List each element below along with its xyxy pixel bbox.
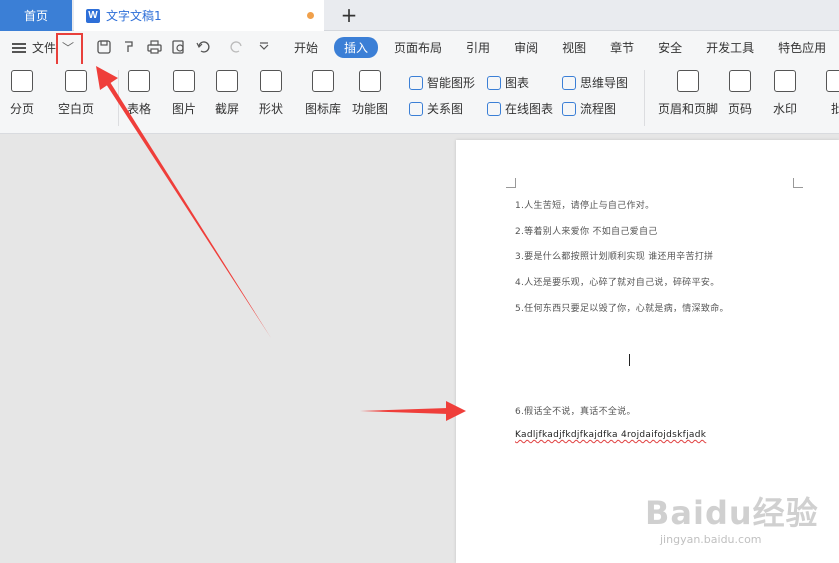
header-footer-icon xyxy=(677,70,699,92)
icon-library-icon xyxy=(312,70,334,92)
text-line-1[interactable]: 1.人生苦短，请停止与自己作对。 xyxy=(515,198,654,211)
baidu-watermark-url: jingyan.baidu.com xyxy=(660,533,762,546)
ribbon-shape-button[interactable]: 形状 xyxy=(259,70,283,117)
ribbon-button-label: 图片 xyxy=(172,102,197,116)
ribbon-button-label: 页码 xyxy=(728,102,753,116)
new-tab-button[interactable]: + xyxy=(338,4,360,26)
ribbon-icon-library-button[interactable]: 图标库 xyxy=(305,70,341,117)
ribbon-blank-page-button[interactable]: 空白页 xyxy=(58,70,94,117)
relation-chart-icon xyxy=(409,101,423,116)
menu-tab-1[interactable]: 插入 xyxy=(334,37,379,58)
tab-bar: 首页 W 文字文稿1 + xyxy=(0,0,839,31)
writer-doc-icon: W xyxy=(86,8,100,23)
function-chart-icon xyxy=(359,70,381,92)
hamburger-menu-icon xyxy=(12,42,26,53)
file-menu-label: 文件 xyxy=(32,41,57,55)
ribbon-smart-graphic-button[interactable]: 智能图形 xyxy=(409,74,475,91)
menu-tab-3[interactable]: 引用 xyxy=(454,39,502,56)
ribbon-table-button[interactable]: 表格 xyxy=(127,70,151,117)
ribbon-button-label: 形状 xyxy=(259,102,284,116)
undo-icon[interactable] xyxy=(196,39,212,55)
print-icon[interactable] xyxy=(146,39,162,55)
ribbon-button-label: 水印 xyxy=(773,102,798,116)
online-chart-icon xyxy=(487,101,501,116)
ribbon-comment-button[interactable]: 批 xyxy=(826,70,839,117)
menu-tab-0[interactable]: 开始 xyxy=(282,39,330,56)
table-icon xyxy=(128,70,150,92)
chart-icon xyxy=(487,75,501,90)
ribbon-online-chart-button[interactable]: 在线图表 xyxy=(487,100,553,117)
menu-tabs: 开始 插入 页面布局 引用 审阅 视图 章节 安全 开发工具 特色应用 xyxy=(282,31,838,64)
ribbon-button-label: 页眉和页脚 xyxy=(658,102,719,116)
ribbon-button-label: 图标库 xyxy=(305,102,342,116)
menu-tab-2[interactable]: 页面布局 xyxy=(382,39,454,56)
margin-marker-top-left xyxy=(506,178,516,188)
shape-icon xyxy=(260,70,282,92)
ribbon-page-number-button[interactable]: 页码 xyxy=(728,70,752,117)
picture-icon xyxy=(173,70,195,92)
page-number-icon xyxy=(729,70,751,92)
tab-home[interactable]: 首页 xyxy=(0,0,72,31)
ribbon-button-label: 功能图 xyxy=(352,102,389,116)
screenshot-icon xyxy=(216,70,238,92)
ribbon-screenshot-button[interactable]: 截屏 xyxy=(215,70,239,117)
ribbon-relation-chart-button[interactable]: 关系图 xyxy=(409,100,463,117)
baidu-watermark-logo: Baidu经验 xyxy=(645,494,819,532)
format-painter-icon[interactable] xyxy=(121,39,137,55)
ribbon-flowchart-button[interactable]: 流程图 xyxy=(562,100,616,117)
comment-icon xyxy=(826,70,839,92)
text-line-2[interactable]: 2.等着别人来爱你 不如自己爱自己 xyxy=(515,224,658,237)
ribbon-button-label: 表格 xyxy=(127,102,152,116)
unsaved-indicator-icon xyxy=(307,12,314,19)
ribbon-picture-button[interactable]: 图片 xyxy=(172,70,196,117)
blank-page-icon xyxy=(65,70,87,92)
text-line-3[interactable]: 3.要是什么都按照计划顺利实现 谁还用辛苦打拼 xyxy=(515,249,713,262)
smart-graphic-icon xyxy=(409,75,423,90)
ribbon-button-label: 空白页 xyxy=(58,102,95,116)
text-cursor xyxy=(629,354,630,366)
menu-tab-9[interactable]: 特色应用 xyxy=(766,39,838,56)
flowchart-icon xyxy=(562,101,576,116)
ribbon-watermark-button[interactable]: 水印 xyxy=(773,70,797,117)
ribbon-chart-button[interactable]: 图表 xyxy=(487,74,529,91)
page-break-icon xyxy=(11,70,33,92)
menu-tab-8[interactable]: 开发工具 xyxy=(694,39,766,56)
ribbon-button-label: 思维导图 xyxy=(580,76,629,90)
menu-tab-4[interactable]: 审阅 xyxy=(502,39,550,56)
text-line-5[interactable]: 5.任何东西只要足以毁了你，心就是病，情深致命。 xyxy=(515,301,729,314)
ribbon-function-chart-button[interactable]: 功能图 xyxy=(352,70,388,117)
text-line-4[interactable]: 4.人还是要乐观，心碎了就对自己说，碎碎平安。 xyxy=(515,275,720,288)
ribbon-button-label: 在线图表 xyxy=(505,102,554,116)
ribbon-button-label: 流程图 xyxy=(580,102,617,116)
ribbon-button-label: 关系图 xyxy=(427,102,464,116)
tab-document-title: 文字文稿1 xyxy=(106,9,162,23)
customize-dropdown-icon[interactable] xyxy=(256,39,272,55)
redo-icon[interactable] xyxy=(229,39,245,55)
mind-map-icon xyxy=(562,75,576,90)
ribbon-mind-map-button[interactable]: 思维导图 xyxy=(562,74,628,91)
menu-tab-5[interactable]: 视图 xyxy=(550,39,598,56)
save-icon[interactable] xyxy=(96,39,112,55)
ribbon-header-footer-button[interactable]: 页眉和页脚 xyxy=(658,70,718,117)
menu-tab-6[interactable]: 章节 xyxy=(598,39,646,56)
ribbon-button-label: 图表 xyxy=(505,76,530,90)
print-preview-icon[interactable] xyxy=(171,39,187,55)
watermark-icon xyxy=(774,70,796,92)
ribbon-separator xyxy=(118,70,119,126)
ribbon-button-label: 分页 xyxy=(10,102,35,116)
margin-marker-top-right xyxy=(793,178,803,188)
text-line-7[interactable]: Kadljfkadjfkdjfkajdfka 4rojdaifojdskfjad… xyxy=(515,430,706,440)
ribbon-separator xyxy=(644,70,645,126)
ribbon-button-label: 批 xyxy=(830,102,839,116)
text-line-6[interactable]: 6.假话全不说，真话不全说。 xyxy=(515,404,636,417)
ribbon-button-label: 截屏 xyxy=(215,102,240,116)
tab-document[interactable]: W 文字文稿1 xyxy=(74,0,324,31)
ribbon-page-break-button[interactable]: 分页 xyxy=(10,70,34,117)
menu-tab-7[interactable]: 安全 xyxy=(646,39,694,56)
ribbon-button-label: 智能图形 xyxy=(427,76,476,90)
